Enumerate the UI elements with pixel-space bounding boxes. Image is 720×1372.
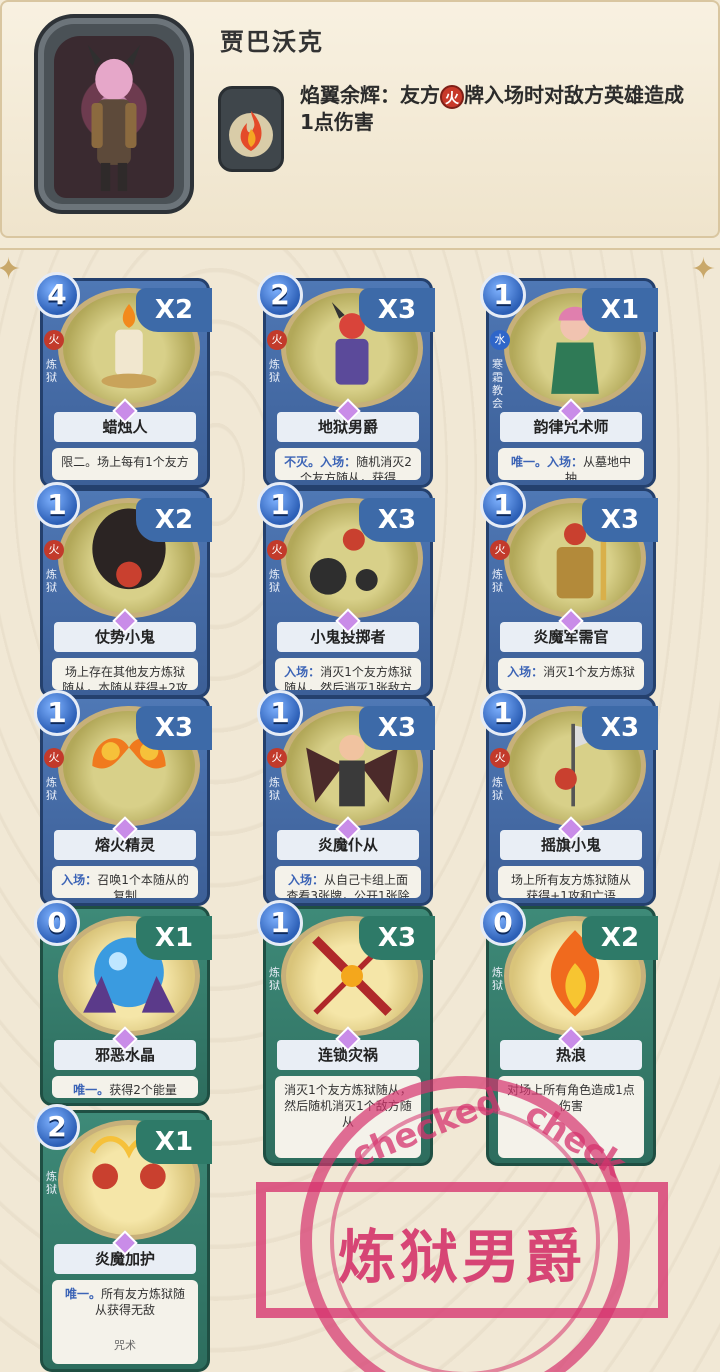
card-cost: 2 xyxy=(34,1104,80,1150)
card-keyword: 唯一。 xyxy=(64,1287,101,1301)
card-keyword: 入场： xyxy=(507,665,544,679)
card-description: 唯一。获得2个能量 xyxy=(52,1076,198,1098)
card-tribe: 炼狱 xyxy=(269,776,280,802)
flame-icon xyxy=(229,111,273,157)
card-description-text: 获得2个能量 xyxy=(109,1083,177,1097)
deck-card[interactable]: 1 X1 水寒霜教会 韵律咒术师 唯一。入场：从墓地中抽 xyxy=(480,272,658,488)
card-description-text: 消灭1个友方炼狱 xyxy=(543,665,635,679)
hero-figure-icon xyxy=(87,44,141,192)
card-cost: 1 xyxy=(34,690,80,736)
deck-card[interactable]: 1X3火炼狱炎魔仆从入场：从自己卡组上面查看3张牌，公开1张除自己以外的炼狱卡牌… xyxy=(257,690,435,906)
card-description: 入场：从自己卡组上面查看3张牌，公开1张除自己以外的炼狱卡牌加入手 xyxy=(275,866,421,898)
card-description-text: 限二。场上每有1个友方 xyxy=(61,455,189,469)
card-description: 不灭。入场：随机消灭2个友方随从，获得 xyxy=(275,448,421,480)
card-element-badge: 火 xyxy=(267,330,287,350)
deck-card[interactable]: 1 X3 火炼狱 摇旗小鬼 场上所有友方炼狱随从获得+1攻和亡语 xyxy=(480,690,658,906)
card-quantity: X3 xyxy=(359,288,435,332)
skill-flame-icon[interactable] xyxy=(218,86,284,172)
card-cost: 2 xyxy=(257,272,303,318)
card-keyword: 不灭。入场： xyxy=(284,455,357,469)
card-cost: 0 xyxy=(34,900,80,946)
card-cost: 4 xyxy=(34,272,80,318)
card-description: 入场：召唤1个本随从的复制 xyxy=(52,866,198,898)
card-quantity: X2 xyxy=(582,916,658,960)
card-quantity: X1 xyxy=(136,1120,212,1164)
corner-star-icon: ✦ xyxy=(0,252,22,287)
deck-card[interactable]: 1 X3 火炼狱 熔火精灵 入场：召唤1个本随从的复制 xyxy=(34,690,212,906)
card-quantity: X1 xyxy=(582,288,658,332)
card-description: 场上存在其他友方炼狱随从，本随从获得+2攻 xyxy=(52,658,198,690)
card-element-badge: 火 xyxy=(490,748,510,768)
card-cost: 0 xyxy=(480,900,526,946)
corner-star-icon: ✦ xyxy=(690,252,716,287)
card-description-text: 场上所有友方炼狱随从获得+1攻和亡语 xyxy=(510,873,631,898)
card-cost: 1 xyxy=(257,690,303,736)
card-tribe: 炼狱 xyxy=(46,776,57,802)
card-tribe: 炼狱 xyxy=(269,966,280,992)
card-element-badge: 火 xyxy=(44,748,64,768)
card-quantity: X3 xyxy=(582,706,658,750)
deck-card[interactable]: 0 X1 邪恶水晶 唯一。获得2个能量 xyxy=(34,900,212,1106)
card-description-text: 场上存在其他友方炼狱随从，本随从获得+2攻 xyxy=(62,665,188,690)
card-tribe: 炼狱 xyxy=(269,358,280,384)
card-type-label: 咒术 xyxy=(114,1339,136,1352)
card-quantity: X3 xyxy=(582,498,658,542)
card-cost: 1 xyxy=(480,690,526,736)
card-element-badge: 火 xyxy=(44,330,64,350)
card-keyword: 入场： xyxy=(287,873,324,887)
card-cost: 1 xyxy=(480,272,526,318)
hero-portrait[interactable] xyxy=(34,14,194,214)
card-description-text: 所有友方炼狱随从获得无敌 xyxy=(94,1287,186,1317)
deck-card[interactable]: 2 X1 炼狱 炎魔加护 唯一。所有友方炼狱随从获得无敌 咒术 xyxy=(34,1104,212,1372)
fire-element-badge: 火 xyxy=(440,84,464,109)
card-quantity: X3 xyxy=(136,706,212,750)
card-description: 唯一。所有友方炼狱随从获得无敌咒术 xyxy=(52,1280,198,1364)
card-tribe: 炼狱 xyxy=(492,776,503,802)
card-tribe: 炼狱 xyxy=(46,568,57,594)
card-tribe: 炼狱 xyxy=(46,358,57,384)
card-description: 场上所有友方炼狱随从获得+1攻和亡语 xyxy=(498,866,644,898)
card-quantity: X3 xyxy=(359,498,435,542)
card-keyword: 唯一。入场： xyxy=(510,455,583,469)
skill-description: 焰翼余辉：友方火牌入场时对敌方英雄造成1点伤害 xyxy=(300,82,695,135)
card-description-text: 召唤1个本随从的复制 xyxy=(97,873,189,898)
skill-text-part1: 焰翼余辉：友方 xyxy=(300,83,440,107)
card-keyword: 唯一。 xyxy=(73,1083,110,1097)
card-cost: 1 xyxy=(257,482,303,528)
card-element-badge: 火 xyxy=(44,540,64,560)
card-quantity: X1 xyxy=(136,916,212,960)
deck-card[interactable]: 1 X3 火炼狱 炎魔军需官 入场：消灭1个友方炼狱 xyxy=(480,482,658,698)
card-cost: 1 xyxy=(34,482,80,528)
hero-portrait-art xyxy=(54,36,174,198)
card-element-badge: 水 xyxy=(490,330,510,350)
card-description: 入场：消灭1个友方炼狱随从，然后消灭1张敌方 xyxy=(275,658,421,690)
card-quantity: X3 xyxy=(359,706,435,750)
stamp-title: 炼狱男爵 xyxy=(337,1223,586,1291)
card-tribe: 寒霜教会 xyxy=(492,358,503,410)
card-description: 限二。场上每有1个友方 xyxy=(52,448,198,480)
card-tribe: 炼狱 xyxy=(492,966,503,992)
card-cost: 1 xyxy=(480,482,526,528)
card-tribe: 炼狱 xyxy=(492,568,503,594)
card-keyword: 入场： xyxy=(284,665,321,679)
card-tribe: 炼狱 xyxy=(46,1170,57,1196)
card-quantity: X2 xyxy=(136,498,212,542)
deck-card[interactable]: 1 X2 火炼狱 仗势小鬼 场上存在其他友方炼狱随从，本随从获得+2攻 xyxy=(34,482,212,698)
hero-name: 贾巴沃克 xyxy=(220,28,324,56)
card-element-badge: 火 xyxy=(267,748,287,768)
deck-card[interactable]: 1 X3 火炼狱 小鬼投掷者 入场：消灭1个友方炼狱随从，然后消灭1张敌方 xyxy=(257,482,435,698)
card-description: 唯一。入场：从墓地中抽 xyxy=(498,448,644,480)
card-description: 入场：消灭1个友方炼狱 xyxy=(498,658,644,690)
card-element-badge: 火 xyxy=(490,540,510,560)
card-quantity: X2 xyxy=(136,288,212,332)
card-keyword: 入场： xyxy=(61,873,98,887)
hero-header: 贾巴沃克 焰翼余辉：友方火牌入场时对敌方英雄造成1点伤害 xyxy=(0,0,720,238)
deck-card[interactable]: 4 X2 火炼狱 蜡烛人 限二。场上每有1个友方 xyxy=(34,272,212,488)
card-quantity: X3 xyxy=(359,916,435,960)
card-element-badge: 火 xyxy=(267,540,287,560)
card-cost: 1 xyxy=(257,900,303,946)
card-tribe: 炼狱 xyxy=(269,568,280,594)
deck-card[interactable]: 2 X3 火炼狱 地狱男爵 不灭。入场：随机消灭2个友方随从，获得 xyxy=(257,272,435,488)
